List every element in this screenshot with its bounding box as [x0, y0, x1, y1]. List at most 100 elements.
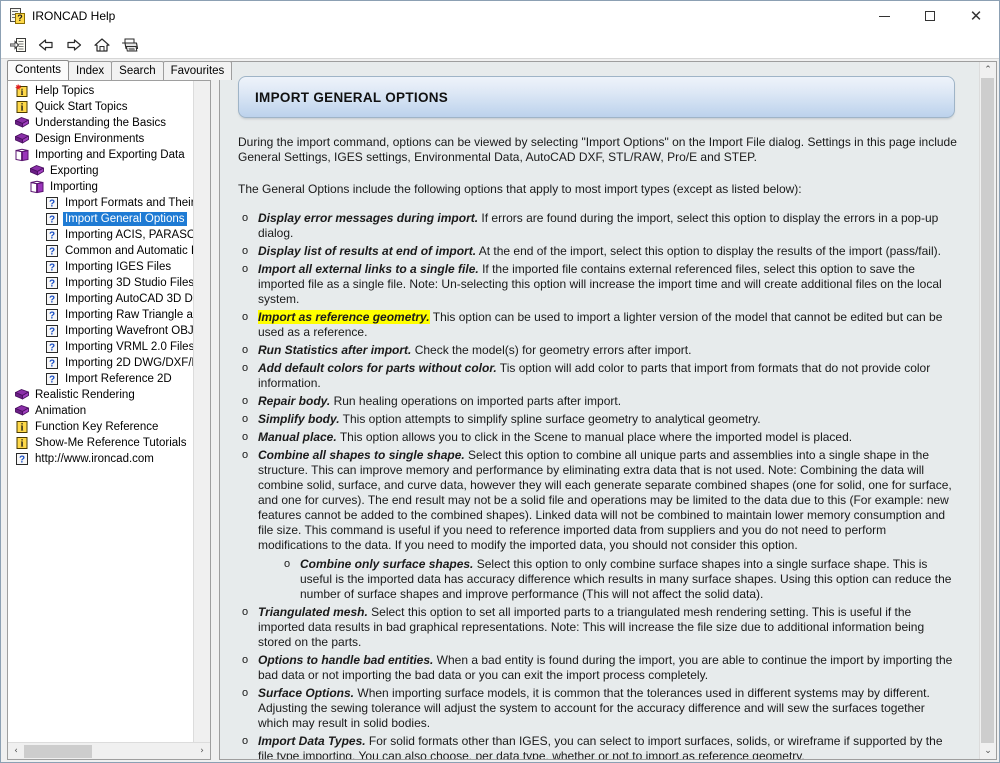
tab-search[interactable]: Search: [111, 61, 164, 80]
tree-item[interactable]: Understanding the Basics: [10, 115, 193, 131]
page-title: IMPORT GENERAL OPTIONS: [255, 89, 449, 105]
home-icon: [93, 37, 111, 53]
window-controls: ✕: [861, 1, 999, 31]
option-term: Import all external links to a single fi…: [258, 262, 479, 276]
tree-item[interactable]: Realistic Rendering: [10, 387, 193, 403]
document-vertical-scrollbar[interactable]: ⌃ ⌄: [979, 62, 996, 759]
tree-horizontal-scrollbar[interactable]: ‹ ›: [8, 742, 210, 759]
help-topic-icon: ?: [44, 291, 60, 307]
tree-item-label: Understanding the Basics: [35, 117, 167, 129]
option-item: Import all external links to a single fi…: [238, 262, 957, 307]
svg-text:?: ?: [49, 247, 55, 258]
tree-item[interactable]: i Show-Me Reference Tutorials: [10, 435, 193, 451]
printer-icon: [120, 37, 140, 53]
tree-item[interactable]: i Help Topics: [10, 83, 193, 99]
help-window: ? IRONCAD Help ✕ Contents Index Search F…: [0, 0, 1000, 763]
tree-vertical-scrollbar[interactable]: [193, 81, 210, 743]
intro-paragraph: During the import command, options can b…: [238, 135, 957, 164]
tree-item-label: Common and Automatic Import Opt: [65, 245, 193, 257]
tree-item[interactable]: ? Common and Automatic Import Opt: [10, 243, 193, 259]
help-topic-icon: ?: [44, 371, 60, 387]
tree-item-label: Importing Raw Triangle and Stereo: [65, 309, 193, 321]
maximize-icon: [925, 11, 935, 21]
book-open-icon: [14, 147, 30, 163]
tree-hscroll-thumb[interactable]: [24, 744, 92, 758]
tab-index[interactable]: Index: [68, 61, 113, 80]
svg-text:?: ?: [49, 231, 55, 242]
tree-item[interactable]: ? Import General Options: [10, 211, 193, 227]
tree-item[interactable]: ? Importing IGES Files: [10, 259, 193, 275]
tab-favourites[interactable]: Favourites: [162, 61, 233, 80]
option-term: Simplify body.: [258, 412, 340, 426]
nav-tabs: Contents Index Search Favourites: [3, 60, 233, 80]
minimize-button[interactable]: [861, 1, 907, 31]
tree-item[interactable]: Exporting: [10, 163, 193, 179]
scroll-up-arrow-icon[interactable]: ⌃: [980, 62, 996, 78]
scroll-right-arrow-icon[interactable]: ›: [194, 743, 210, 759]
svg-text:?: ?: [49, 311, 55, 322]
tree-item[interactable]: i Function Key Reference: [10, 419, 193, 435]
option-item: Surface Options. When importing surface …: [238, 686, 957, 731]
tree-item[interactable]: ? Import Formats and Their Capabilitie: [10, 195, 193, 211]
home-button[interactable]: [89, 34, 115, 56]
book-closed-icon: [14, 403, 30, 419]
back-button[interactable]: [33, 34, 59, 56]
forward-button[interactable]: [61, 34, 87, 56]
help-topic-icon: ?: [44, 259, 60, 275]
svg-text:?: ?: [49, 327, 55, 338]
contents-tree[interactable]: i Help Topics i Quick Start Topics Understan…: [8, 83, 193, 742]
svg-text:?: ?: [49, 215, 55, 226]
scroll-left-arrow-icon[interactable]: ‹: [8, 743, 24, 759]
option-item: Manual place. This option allows you to …: [238, 430, 957, 445]
hide-toc-button[interactable]: [5, 34, 31, 56]
tree-item[interactable]: ? Import Reference 2D: [10, 371, 193, 387]
close-button[interactable]: ✕: [953, 1, 999, 31]
maximize-button[interactable]: [907, 1, 953, 31]
tree-item[interactable]: i Quick Start Topics: [10, 99, 193, 115]
help-topic-icon: ?: [44, 275, 60, 291]
tab-contents[interactable]: Contents: [7, 60, 70, 80]
tree-item-label: Importing VRML 2.0 Files: [65, 341, 193, 353]
tree-item-label: Importing ACIS, PARASOLID, STE: [65, 229, 193, 241]
tree-item[interactable]: ? Importing Raw Triangle and Stereo: [10, 307, 193, 323]
tree-item-label: Function Key Reference: [35, 421, 159, 433]
close-icon: ✕: [969, 6, 983, 25]
tree-item[interactable]: Importing: [10, 179, 193, 195]
tree-item[interactable]: Importing and Exporting Data: [10, 147, 193, 163]
tree-item[interactable]: ? Importing 2D DWG/DXF/EB Files i: [10, 355, 193, 371]
help-topic-icon: ?: [44, 339, 60, 355]
option-item: Display list of results at end of import…: [238, 244, 957, 259]
option-term: Display list of results at end of import…: [258, 244, 477, 258]
scroll-down-arrow-icon[interactable]: ⌄: [980, 743, 996, 759]
info-icon: i: [14, 419, 30, 435]
tree-item[interactable]: ? Importing AutoCAD 3D DXF Files: [10, 291, 193, 307]
tree-item-label: Importing 2D DWG/DXF/EB Files i: [65, 357, 193, 369]
tree-item[interactable]: Animation: [10, 403, 193, 419]
option-term: Options to handle bad entities.: [258, 653, 434, 667]
doc-vscroll-thumb[interactable]: [981, 78, 994, 743]
help-toolbar: [1, 32, 999, 59]
tree-item[interactable]: ? http://www.ironcad.com: [10, 451, 193, 467]
title-bar: ? IRONCAD Help ✕: [1, 1, 999, 32]
tree-item[interactable]: ? Importing VRML 2.0 Files: [10, 339, 193, 355]
svg-text:?: ?: [49, 375, 55, 386]
tree-item[interactable]: ? Importing 3D Studio Files: [10, 275, 193, 291]
tree-item[interactable]: ? Importing ACIS, PARASOLID, STE: [10, 227, 193, 243]
option-item: Add default colors for parts without col…: [238, 361, 957, 391]
option-term: Import Data Types.: [258, 734, 366, 748]
option-term: Combine all shapes to single shape.: [258, 448, 465, 462]
tree-item-label: Importing 3D Studio Files: [65, 277, 193, 289]
help-topic-icon: ?: [44, 227, 60, 243]
arrow-left-icon: [37, 37, 55, 53]
tree-item[interactable]: ? Importing Wavefront OBJ Files: [10, 323, 193, 339]
help-page-icon: ?: [9, 8, 25, 24]
option-term: Run Statistics after import.: [258, 343, 412, 357]
option-term: Repair body.: [258, 394, 331, 408]
content-pane: IMPORT GENERAL OPTIONS During the import…: [219, 61, 997, 760]
help-topic-icon: ?: [44, 195, 60, 211]
option-term: Display error messages during import.: [258, 211, 479, 225]
tree-item[interactable]: Design Environments: [10, 131, 193, 147]
tree-item-label: Importing IGES Files: [65, 261, 172, 273]
print-button[interactable]: [117, 34, 143, 56]
hide-pane-icon: [9, 37, 27, 53]
